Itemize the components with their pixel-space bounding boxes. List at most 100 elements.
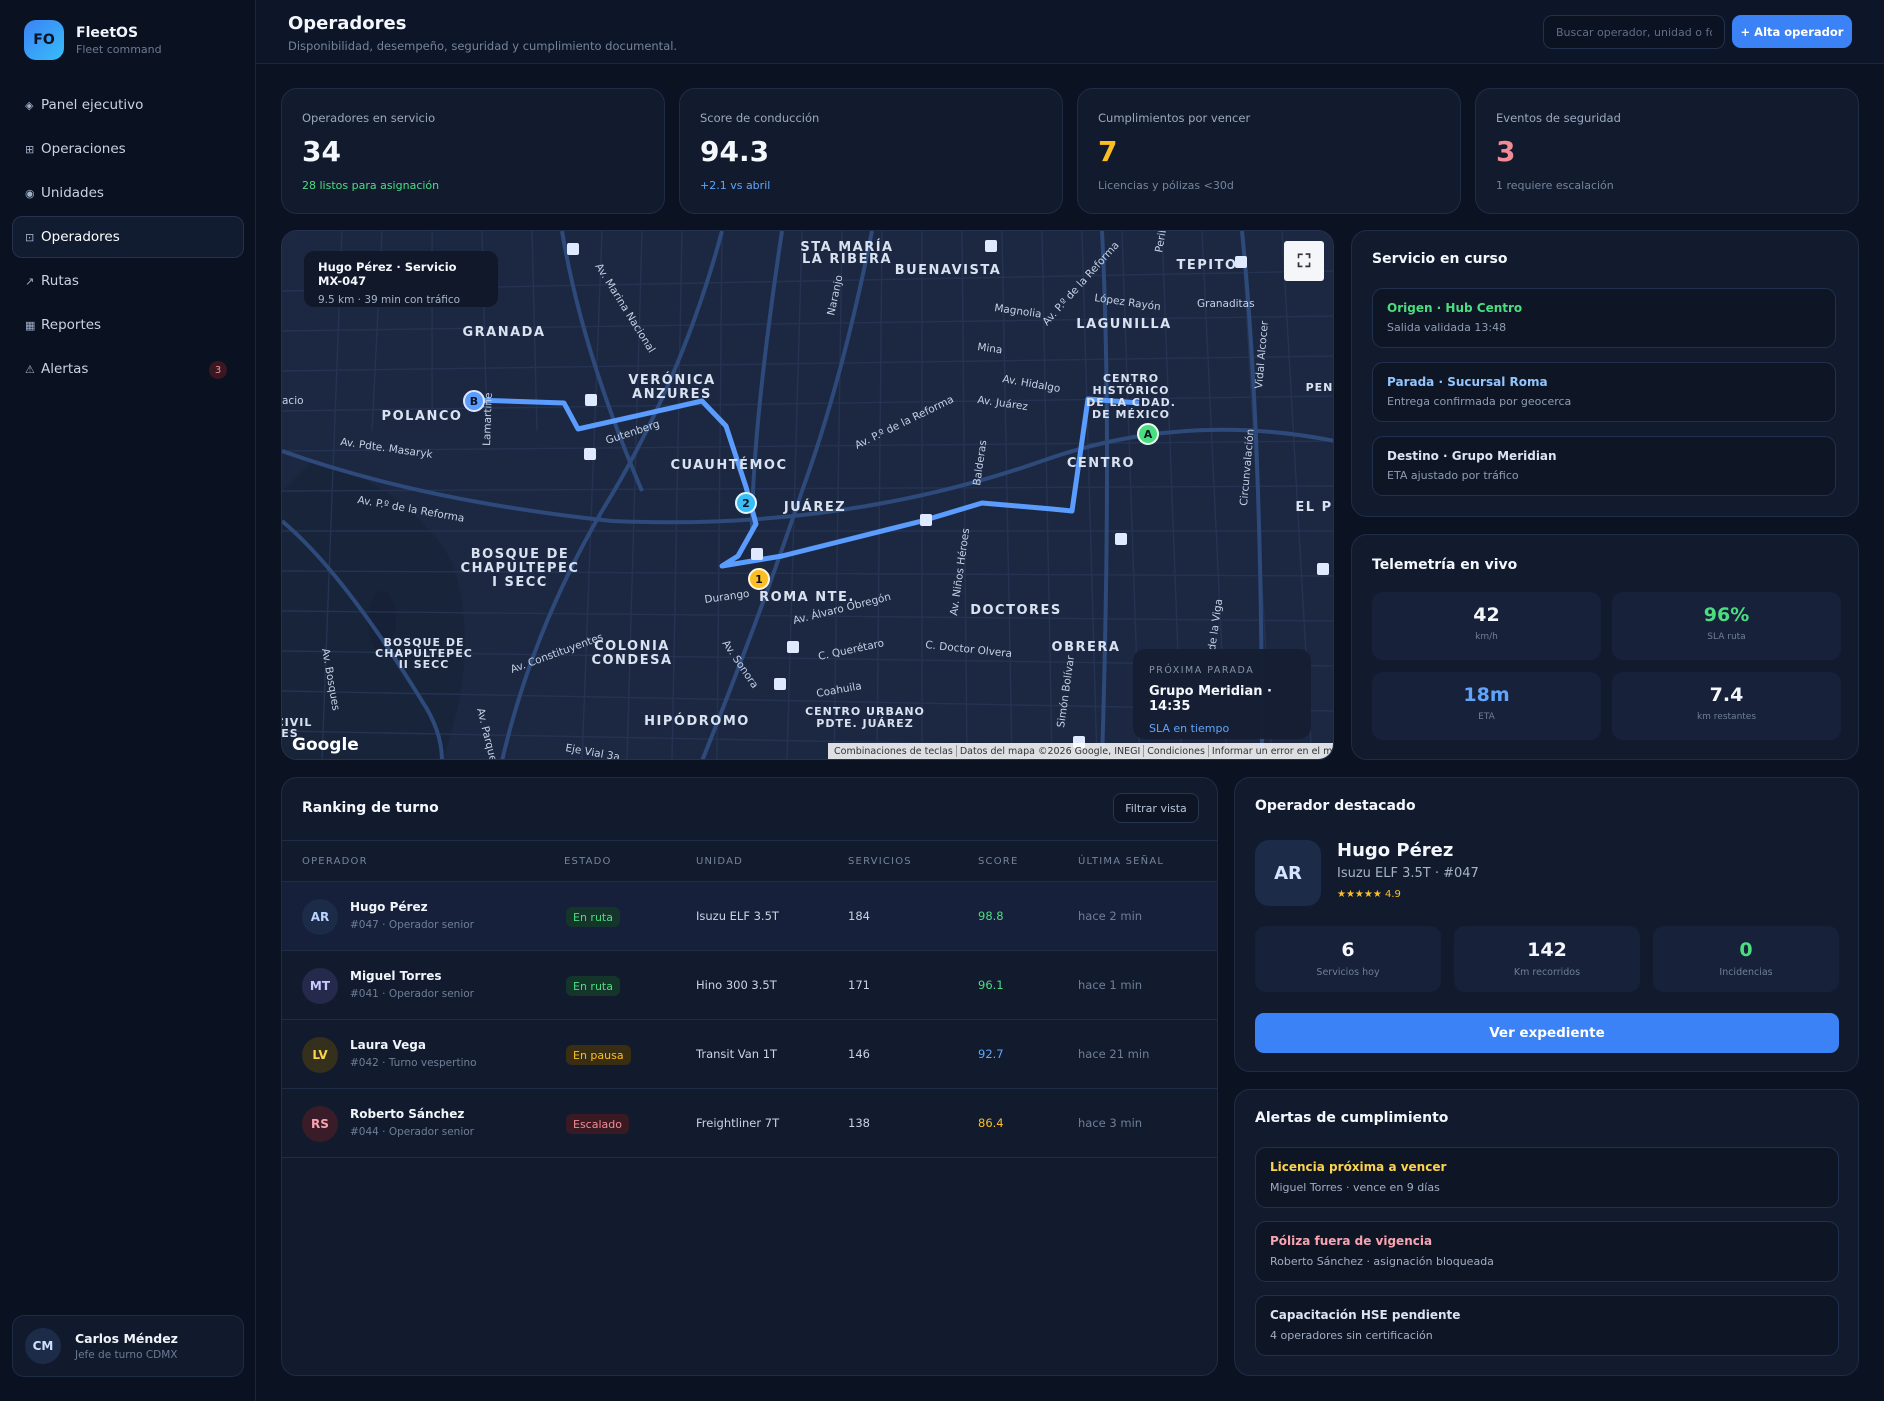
route-map[interactable]: GRANADA POLANCO VERÓNICA ANZURES CUAUHTÉ…: [281, 230, 1334, 760]
sidebar-item-operadores[interactable]: ⊡ Operadores: [12, 216, 244, 258]
search-input[interactable]: [1543, 15, 1725, 49]
status-badge: En ruta: [566, 976, 620, 996]
diamond-icon: ◈: [25, 98, 34, 112]
kpi-card-safety: Eventos de seguridad 3 1 requiere escala…: [1475, 88, 1859, 214]
sidebar-item-label: Panel ejecutivo: [41, 97, 144, 113]
kpi-card-score: Score de conducción 94.3 +2.1 vs abril: [679, 88, 1063, 214]
status-badge: Escalado: [566, 1114, 629, 1134]
kpi-label: Eventos de seguridad: [1496, 111, 1621, 125]
user-role: Jefe de turno CDMX: [75, 1349, 178, 1361]
kpi-value: 34: [302, 135, 341, 168]
section-title: Ranking de turno: [302, 800, 439, 816]
map-label: VERÓNICA: [628, 372, 715, 388]
map-attribution: Combinaciones de teclas Datos del mapa ©…: [828, 743, 1333, 759]
map-label: ANZURES: [632, 387, 712, 402]
telemetry-sla: 96% SLA ruta: [1612, 592, 1841, 660]
column-header[interactable]: ÚLTIMA SEÑAL: [1078, 856, 1164, 867]
compliance-alert-item[interactable]: Licencia próxima a vencer Miguel Torres …: [1255, 1147, 1839, 1208]
stop-title: Origen · Hub Centro: [1387, 301, 1523, 315]
map-label: GRANADA: [462, 325, 545, 340]
user-card[interactable]: CM Carlos Méndez Jefe de turno CDMX: [12, 1315, 244, 1377]
column-header[interactable]: SERVICIOS: [848, 856, 912, 867]
brand[interactable]: FO FleetOS Fleet command: [24, 20, 162, 60]
next-stop-value: Grupo Meridian · 14:35: [1149, 684, 1272, 714]
telemetry-value: 18m: [1463, 684, 1510, 706]
sidebar-item-operaciones[interactable]: ⊞ Operaciones: [12, 128, 244, 170]
kpi-note: 1 requiere escalación: [1496, 179, 1614, 192]
services-cell: 184: [848, 909, 870, 923]
sidebar-item-panel-ejecutivo[interactable]: ◈ Panel ejecutivo: [12, 84, 244, 126]
page-subtitle: Disponibilidad, desempeño, seguridad y c…: [288, 39, 678, 53]
telemetry-eta: 18m ETA: [1372, 672, 1601, 740]
filter-view-button[interactable]: Filtrar vista: [1113, 793, 1199, 823]
score-cell: 98.8: [978, 909, 1004, 923]
table-row[interactable]: RS Roberto Sánchez #044 · Operador senio…: [282, 1089, 1217, 1158]
marker-a-label: A: [1144, 428, 1153, 441]
sidebar-item-reportes[interactable]: ▦ Reportes: [12, 304, 244, 346]
map-label: CUAUHTÉMOC: [670, 457, 787, 473]
view-record-button[interactable]: Ver expediente: [1255, 1013, 1839, 1053]
score-cell: 92.7: [978, 1047, 1004, 1061]
table-row[interactable]: AR Hugo Pérez #047 · Operador senior En …: [282, 882, 1217, 951]
stat-value: 0: [1739, 939, 1753, 961]
sidebar-nav: ◈ Panel ejecutivo ⊞ Operaciones ◉ Unidad…: [12, 84, 244, 392]
google-logo: Google: [292, 735, 359, 755]
avatar: RS: [302, 1106, 338, 1142]
unit-cell: Freightliner 7T: [696, 1116, 780, 1130]
add-operator-button[interactable]: + Alta operador: [1732, 15, 1852, 48]
sidebar: FO FleetOS Fleet command ◈ Panel ejecuti…: [0, 0, 256, 1401]
grid-icon: ⊞: [25, 142, 35, 156]
kpi-label: Operadores en servicio: [302, 111, 436, 125]
map-label: LA RIBERA: [802, 252, 892, 267]
stop-title: Destino · Grupo Meridian: [1387, 449, 1557, 463]
service-card: Servicio en curso Origen · Hub Centro Sa…: [1351, 230, 1859, 517]
signal-cell: hace 1 min: [1078, 978, 1143, 992]
map-label: I SECC: [492, 575, 548, 590]
signal-cell: hace 21 min: [1078, 1047, 1150, 1061]
stop-waypoint[interactable]: Parada · Sucursal Roma Entrega confirmad…: [1372, 362, 1836, 422]
score-cell: 86.4: [978, 1116, 1004, 1130]
stop-destination[interactable]: Destino · Grupo Meridian ETA ajustado po…: [1372, 436, 1836, 496]
stop-origin[interactable]: Origen · Hub Centro Salida validada 13:4…: [1372, 288, 1836, 348]
kpi-label: Cumplimientos por vencer: [1098, 111, 1251, 125]
stat-km: 142 Km recorridos: [1454, 926, 1640, 992]
column-header[interactable]: ESTADO: [564, 856, 612, 867]
report-error-link[interactable]: Informar un error en el mapa: [1209, 746, 1333, 757]
map-label: CONDESA: [591, 653, 672, 668]
map-label: PDTE. JUÁREZ: [816, 717, 913, 730]
table-row[interactable]: LV Laura Vega #042 · Turno vespertino En…: [282, 1020, 1217, 1089]
arrow-up-right-icon: ↗: [25, 274, 35, 288]
operator-name: Miguel Torres: [350, 969, 442, 983]
route-info-card: Hugo Pérez · Servicio MX-047 9.5 km · 39…: [304, 251, 498, 307]
map-label: II SECC: [399, 658, 450, 671]
table-row[interactable]: MT Miguel Torres #041 · Operador senior …: [282, 951, 1217, 1020]
section-title: Servicio en curso: [1372, 251, 1508, 267]
fullscreen-icon[interactable]: ⛶: [1284, 241, 1324, 281]
column-header[interactable]: OPERADOR: [302, 856, 368, 867]
page-title: Operadores: [288, 13, 407, 34]
compliance-alert-item[interactable]: Póliza fuera de vigencia Roberto Sánchez…: [1255, 1221, 1839, 1282]
terms-link[interactable]: Condiciones: [1144, 746, 1208, 757]
sidebar-item-label: Unidades: [41, 185, 104, 201]
keyboard-shortcuts-link[interactable]: Combinaciones de teclas: [831, 746, 956, 757]
map-label: BOSQUE DE: [471, 547, 570, 562]
compliance-alert-item[interactable]: Capacitación HSE pendiente 4 operadores …: [1255, 1295, 1839, 1356]
column-header[interactable]: UNIDAD: [696, 856, 743, 867]
telemetry-distance: 7.4 km restantes: [1612, 672, 1841, 740]
stat-value: 142: [1527, 939, 1567, 961]
unit-cell: Transit Van 1T: [696, 1047, 778, 1061]
column-header[interactable]: SCORE: [978, 856, 1018, 867]
brand-subtitle: Fleet command: [76, 42, 162, 56]
topbar: Operadores Disponibilidad, desempeño, se…: [256, 0, 1884, 64]
telemetry-card: Telemetría en vivo 42 km/h 96% SLA ruta …: [1351, 534, 1859, 760]
telemetry-speed: 42 km/h: [1372, 592, 1601, 660]
avatar: MT: [302, 968, 338, 1004]
kpi-card-compliance: Cumplimientos por vencer 7 Licencias y p…: [1077, 88, 1461, 214]
sidebar-item-rutas[interactable]: ↗ Rutas: [12, 260, 244, 302]
stat-label: Incidencias: [1719, 967, 1773, 978]
sidebar-item-alertas[interactable]: ⚠ Alertas 3: [12, 348, 244, 390]
alert-sub: Miguel Torres · vence en 9 días: [1270, 1181, 1440, 1194]
sidebar-item-label: Operaciones: [41, 141, 126, 157]
sidebar-item-unidades[interactable]: ◉ Unidades: [12, 172, 244, 214]
alert-title: Póliza fuera de vigencia: [1270, 1234, 1433, 1248]
